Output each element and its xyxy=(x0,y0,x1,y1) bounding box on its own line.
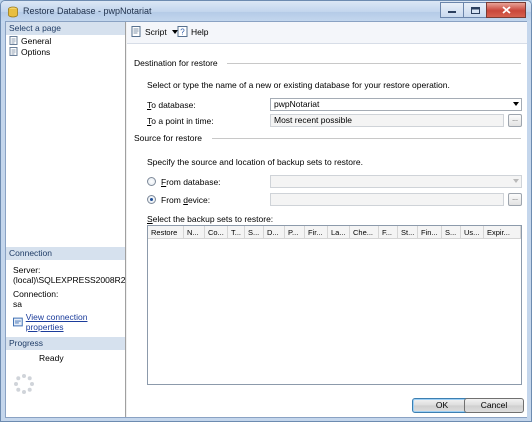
help-icon: ? xyxy=(177,26,188,37)
grid-column-header[interactable]: Che... xyxy=(350,226,379,239)
from-device-browse-button[interactable]: ... xyxy=(508,193,522,206)
grid-column-header[interactable]: Co... xyxy=(205,226,228,239)
left-pane: Select a page General Options Connection… xyxy=(6,22,126,417)
cancel-button[interactable]: Cancel xyxy=(464,398,524,413)
grid-column-header[interactable]: F... xyxy=(379,226,398,239)
point-in-time-field: Most recent possible xyxy=(270,114,504,127)
source-header: Source for restore xyxy=(134,133,203,143)
view-connection-properties-label: View connection properties xyxy=(25,312,88,332)
connection-header: Connection xyxy=(6,247,125,260)
from-database-combobox xyxy=(270,175,522,188)
progress-status: Ready xyxy=(39,353,64,363)
chevron-down-icon xyxy=(513,102,519,106)
script-label: Script xyxy=(145,26,167,37)
grid-column-header[interactable]: P... xyxy=(285,226,305,239)
maximize-icon xyxy=(470,6,480,14)
from-device-radio[interactable] xyxy=(147,195,156,204)
from-database-radio[interactable] xyxy=(147,177,156,186)
divider xyxy=(227,63,521,64)
window-title: Restore Database - pwpNotariat xyxy=(23,6,152,16)
script-button[interactable]: Script xyxy=(131,26,181,37)
progress-spinner-icon xyxy=(14,374,34,394)
select-page-header: Select a page xyxy=(6,22,125,35)
grid-column-header[interactable]: Fir... xyxy=(305,226,328,239)
page-options[interactable]: Options xyxy=(9,46,50,57)
grid-header-row: Restore N... Co... T... S... D... P... Fir... La… xyxy=(148,226,521,239)
grid-column-header[interactable]: Expir... xyxy=(484,226,521,239)
page-general-label: General xyxy=(21,35,52,46)
point-in-time-browse-button[interactable]: ... xyxy=(508,114,522,127)
page-icon xyxy=(9,36,18,45)
destination-header: Destination for restore xyxy=(134,58,218,68)
ok-button[interactable]: OK xyxy=(412,398,472,413)
to-database-value: pwpNotariat xyxy=(274,99,320,109)
view-connection-properties-link[interactable]: View connection properties xyxy=(13,312,125,332)
right-pane: Script ? Help Destination for restore Se… xyxy=(127,22,527,417)
minimize-icon xyxy=(448,11,456,13)
server-label: Server: xyxy=(13,265,41,275)
toolbar: Script ? Help xyxy=(127,22,527,44)
title-bar[interactable]: Restore Database - pwpNotariat xyxy=(1,1,531,23)
grid-column-header[interactable]: T... xyxy=(228,226,245,239)
minimize-button[interactable] xyxy=(440,2,464,18)
close-icon xyxy=(501,6,511,14)
database-icon xyxy=(8,6,18,18)
source-instruction: Specify the source and location of backu… xyxy=(147,157,363,167)
grid-column-header[interactable]: Fin... xyxy=(418,226,442,239)
restore-database-window: Restore Database - pwpNotariat Select a … xyxy=(0,0,532,422)
grid-column-header[interactable]: St... xyxy=(398,226,418,239)
point-in-time-label: To a point in time: xyxy=(147,116,214,126)
from-device-label: From device: xyxy=(161,195,211,205)
svg-text:?: ? xyxy=(180,28,185,37)
divider xyxy=(212,138,521,139)
properties-icon xyxy=(13,317,23,327)
maximize-button[interactable] xyxy=(463,2,487,18)
script-icon xyxy=(131,26,141,37)
help-button[interactable]: ? Help xyxy=(177,26,208,37)
backup-sets-grid[interactable]: Restore N... Co... T... S... D... P... Fir... La… xyxy=(147,225,522,385)
grid-column-header[interactable]: La... xyxy=(328,226,350,239)
to-database-label: To database: xyxy=(147,100,196,110)
grid-column-header[interactable]: S... xyxy=(442,226,461,239)
grid-column-header[interactable]: Restore xyxy=(148,226,184,239)
connection-label: Connection: xyxy=(13,289,59,299)
server-value: (local)\SQLEXPRESS2008R2 xyxy=(13,275,126,285)
page-options-label: Options xyxy=(21,46,51,57)
chevron-down-icon xyxy=(513,179,519,183)
grid-column-header[interactable]: Us... xyxy=(461,226,484,239)
page-icon xyxy=(9,47,18,56)
help-label: Help xyxy=(191,26,209,37)
backup-sets-label: Select the backup sets to restore: xyxy=(147,214,274,224)
from-database-label: From database: xyxy=(161,177,221,187)
from-device-field xyxy=(270,193,504,206)
destination-instruction: Select or type the name of a new or exis… xyxy=(147,80,450,90)
grid-column-header[interactable]: S... xyxy=(245,226,264,239)
grid-column-header[interactable]: D... xyxy=(264,226,285,239)
close-button[interactable] xyxy=(486,2,526,18)
page-general[interactable]: General xyxy=(9,35,51,46)
dialog-client-area: Select a page General Options Connection… xyxy=(5,21,527,418)
progress-header: Progress xyxy=(6,337,125,350)
to-database-combobox[interactable]: pwpNotariat xyxy=(270,98,522,111)
point-in-time-value: Most recent possible xyxy=(274,115,352,125)
grid-column-header[interactable]: N... xyxy=(184,226,205,239)
connection-value: sa xyxy=(13,299,22,309)
